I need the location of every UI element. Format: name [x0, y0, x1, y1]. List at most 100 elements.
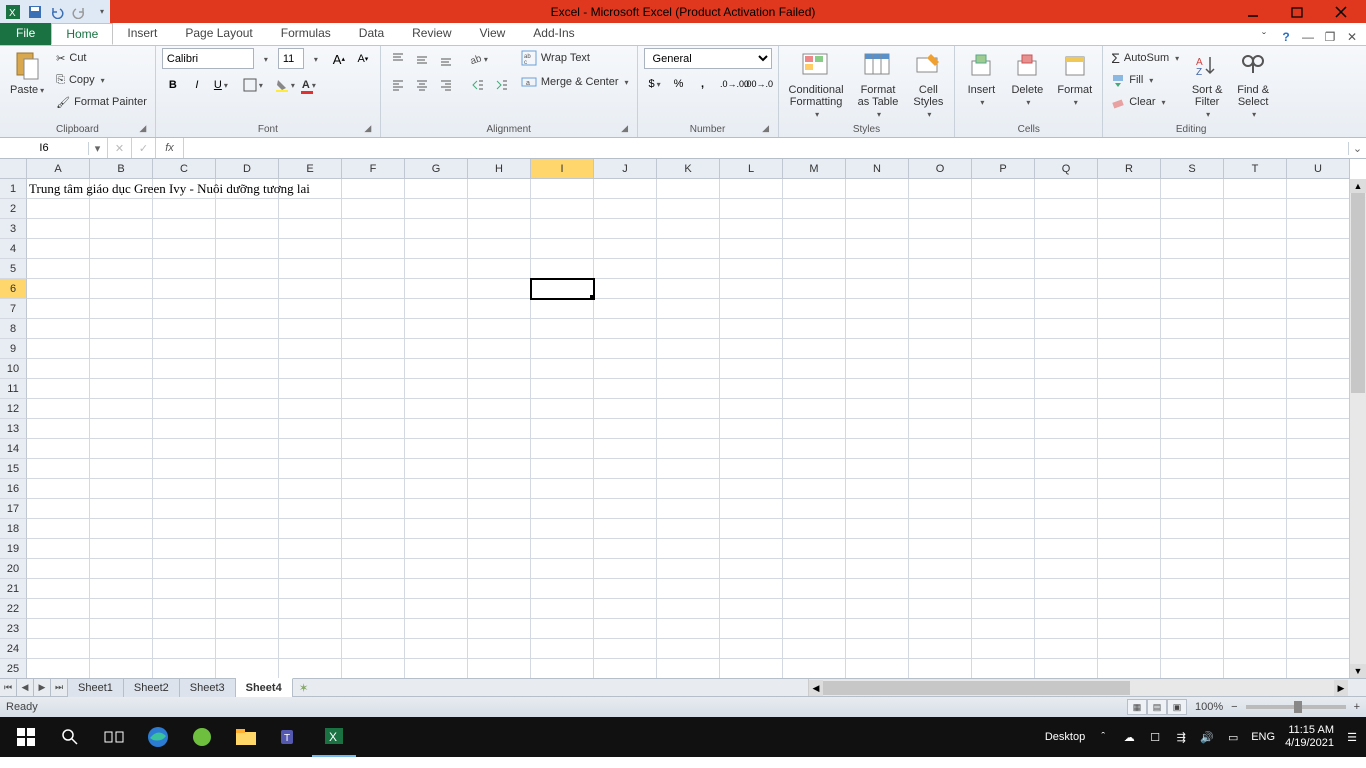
clear-button[interactable]: Clear — [1109, 92, 1181, 112]
cell[interactable] — [1098, 479, 1161, 499]
cell[interactable] — [594, 279, 657, 299]
cell[interactable] — [909, 619, 972, 639]
cell[interactable] — [783, 279, 846, 299]
cell[interactable] — [27, 659, 90, 678]
cell[interactable] — [783, 319, 846, 339]
cell[interactable] — [1035, 459, 1098, 479]
cell[interactable] — [342, 619, 405, 639]
cell[interactable] — [1161, 319, 1224, 339]
prev-sheet-button[interactable]: ◀ — [17, 679, 34, 696]
cell[interactable] — [846, 639, 909, 659]
cell[interactable] — [468, 539, 531, 559]
cell[interactable] — [468, 599, 531, 619]
cell[interactable] — [1098, 359, 1161, 379]
cell[interactable] — [720, 439, 783, 459]
workbook-restore-icon[interactable]: ❐ — [1322, 29, 1338, 45]
align-right-button[interactable] — [435, 74, 457, 96]
cell[interactable] — [153, 279, 216, 299]
volume-icon[interactable]: 🔊 — [1199, 729, 1215, 745]
cell[interactable] — [972, 619, 1035, 639]
cell[interactable] — [153, 419, 216, 439]
cell[interactable] — [1161, 199, 1224, 219]
cell[interactable] — [1098, 499, 1161, 519]
cell[interactable] — [153, 599, 216, 619]
cell[interactable] — [153, 259, 216, 279]
column-header[interactable]: O — [909, 159, 972, 179]
cell[interactable] — [468, 239, 531, 259]
cell[interactable] — [342, 639, 405, 659]
cell[interactable] — [909, 359, 972, 379]
cell[interactable] — [846, 179, 909, 199]
cell[interactable] — [720, 279, 783, 299]
conditional-formatting-button[interactable]: Conditional Formatting — [785, 48, 848, 121]
cell[interactable] — [1098, 439, 1161, 459]
cell[interactable] — [27, 419, 90, 439]
cell[interactable] — [657, 179, 720, 199]
cell[interactable] — [279, 439, 342, 459]
cell[interactable] — [1287, 319, 1350, 339]
cell[interactable] — [531, 239, 594, 259]
cell[interactable] — [1098, 219, 1161, 239]
column-header[interactable]: G — [405, 159, 468, 179]
cell[interactable] — [153, 499, 216, 519]
cell[interactable] — [153, 619, 216, 639]
cell[interactable] — [531, 619, 594, 639]
formula-input[interactable] — [184, 142, 1348, 154]
cell[interactable] — [846, 619, 909, 639]
cell[interactable] — [783, 519, 846, 539]
cell[interactable] — [972, 299, 1035, 319]
app-icon-1[interactable] — [180, 717, 224, 757]
cell[interactable] — [1224, 559, 1287, 579]
cell[interactable] — [90, 479, 153, 499]
font-dialog-launcher[interactable]: ◢ — [362, 123, 374, 135]
cell[interactable] — [1098, 519, 1161, 539]
cell[interactable] — [1035, 359, 1098, 379]
column-header[interactable]: P — [972, 159, 1035, 179]
cell[interactable] — [594, 599, 657, 619]
row-header[interactable]: 7 — [0, 299, 27, 319]
cell[interactable] — [1098, 599, 1161, 619]
cell[interactable] — [1224, 439, 1287, 459]
cell[interactable] — [405, 219, 468, 239]
cell[interactable] — [27, 219, 90, 239]
cell[interactable] — [468, 639, 531, 659]
cell[interactable] — [720, 619, 783, 639]
cell[interactable] — [468, 299, 531, 319]
orientation-button[interactable]: ab — [467, 48, 489, 70]
cell[interactable] — [594, 579, 657, 599]
row-header[interactable]: 4 — [0, 239, 27, 259]
cell[interactable] — [783, 359, 846, 379]
cell[interactable] — [531, 659, 594, 678]
cell[interactable] — [405, 639, 468, 659]
row-header[interactable]: 23 — [0, 619, 27, 639]
sheet-tab[interactable]: Sheet1 — [68, 679, 124, 697]
cell[interactable] — [1035, 279, 1098, 299]
row-header[interactable]: 2 — [0, 199, 27, 219]
cell[interactable] — [909, 259, 972, 279]
cell[interactable] — [27, 479, 90, 499]
cell[interactable] — [27, 359, 90, 379]
cell[interactable] — [216, 339, 279, 359]
row-header[interactable]: 15 — [0, 459, 27, 479]
cell[interactable] — [1161, 519, 1224, 539]
cell[interactable] — [468, 219, 531, 239]
cell[interactable] — [279, 459, 342, 479]
cell[interactable] — [972, 379, 1035, 399]
row-header[interactable]: 12 — [0, 399, 27, 419]
tab-home[interactable]: Home — [51, 23, 113, 45]
cell[interactable] — [1224, 199, 1287, 219]
cell[interactable] — [342, 479, 405, 499]
file-explorer-icon[interactable] — [224, 717, 268, 757]
row-header[interactable]: 14 — [0, 439, 27, 459]
align-left-button[interactable] — [387, 74, 409, 96]
cell[interactable] — [27, 579, 90, 599]
cell[interactable] — [468, 339, 531, 359]
cell[interactable] — [90, 359, 153, 379]
cell[interactable] — [405, 239, 468, 259]
cell[interactable] — [279, 639, 342, 659]
normal-view-button[interactable]: ▦ — [1127, 699, 1147, 715]
cell[interactable] — [531, 319, 594, 339]
cell[interactable] — [972, 659, 1035, 678]
cell[interactable] — [405, 319, 468, 339]
cell[interactable] — [216, 479, 279, 499]
